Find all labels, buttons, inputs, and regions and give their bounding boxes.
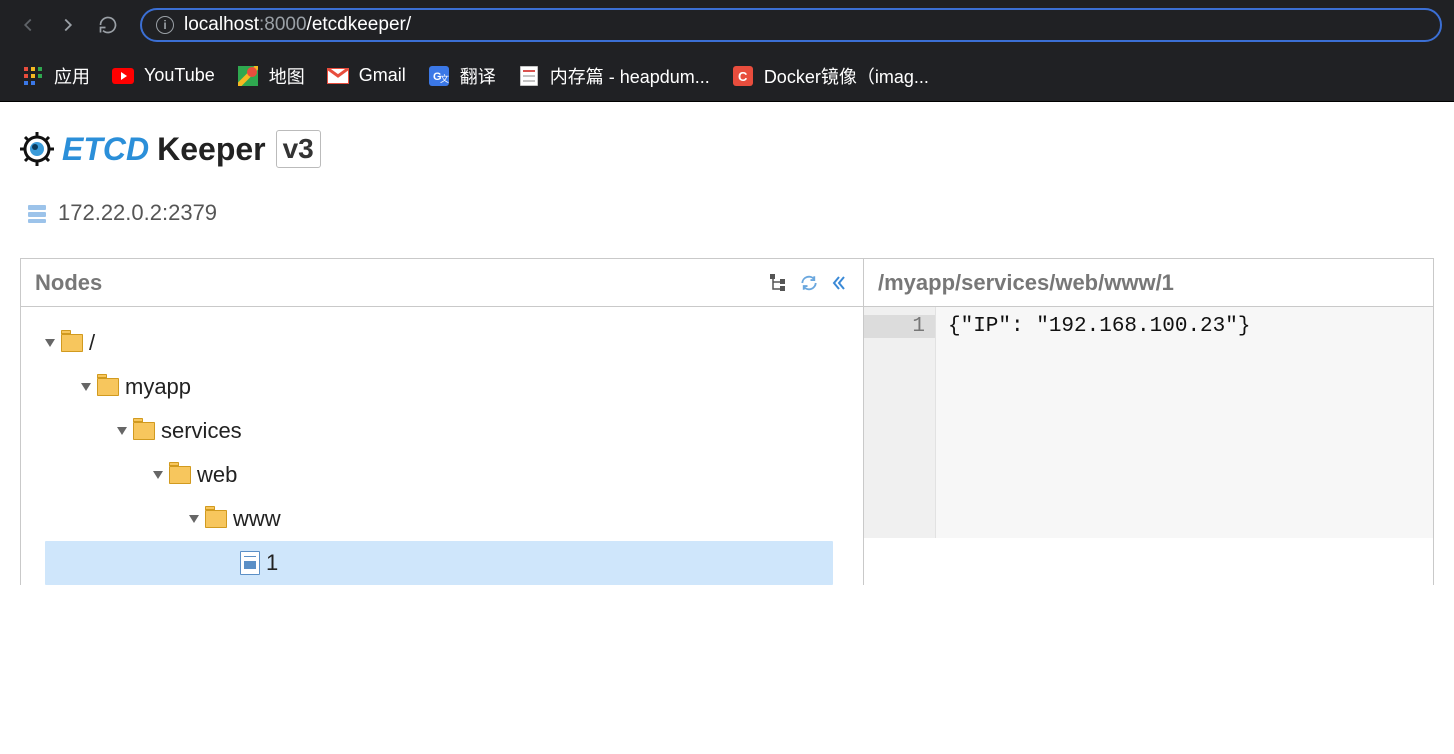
line-gutter: 1 xyxy=(864,307,936,538)
title-etcd: ETCD xyxy=(62,131,149,168)
url-port: :8000 xyxy=(259,14,307,35)
bookmark-label: YouTube xyxy=(144,65,215,86)
panel-header: /myapp/services/web/www/1 xyxy=(864,259,1433,307)
docker-icon: C xyxy=(732,65,754,87)
apps-icon xyxy=(22,65,44,87)
expand-arrow-icon[interactable] xyxy=(45,339,55,347)
panel-left-title: Nodes xyxy=(35,270,102,296)
panel-left: Nodes / xyxy=(21,259,864,585)
youtube-icon xyxy=(112,65,134,87)
bookmark-item[interactable]: 地图 xyxy=(237,63,305,89)
title-keeper: Keeper xyxy=(157,131,266,168)
code-line: {"IP": "192.168.100.23"} xyxy=(948,315,1421,338)
panel-right: /myapp/services/web/www/1 1 {"IP": "192.… xyxy=(864,259,1434,585)
page: ETCD Keeper v3 172.22.0.2:2379 Nodes xyxy=(0,102,1454,585)
title-version: v3 xyxy=(276,130,321,168)
bookmark-label: Docker镜像（imag... xyxy=(764,63,929,89)
bookmark-item[interactable]: Gmail xyxy=(327,65,406,87)
back-button[interactable] xyxy=(12,9,44,41)
folder-icon xyxy=(133,422,155,440)
tree-node[interactable]: services xyxy=(45,409,863,453)
folder-icon xyxy=(97,378,119,396)
server-address: 172.22.0.2:2379 xyxy=(58,200,217,226)
reload-button[interactable] xyxy=(92,9,124,41)
bookmark-item[interactable]: YouTube xyxy=(112,65,215,87)
svg-text:C: C xyxy=(738,69,748,84)
expand-arrow-icon[interactable] xyxy=(81,383,91,391)
tree-label: www xyxy=(233,506,281,532)
maps-icon xyxy=(237,65,259,87)
panels: Nodes / xyxy=(20,258,1434,585)
editor[interactable]: 1 {"IP": "192.168.100.23"} xyxy=(864,307,1433,538)
tree-structure-icon[interactable] xyxy=(769,273,789,293)
bookmark-item[interactable]: 内存篇 - heapdum... xyxy=(518,63,710,89)
bookmarks-bar: 应用 YouTube 地图 Gmail G文 翻译 内存篇 - heapdum.… xyxy=(0,50,1454,102)
forward-button[interactable] xyxy=(52,9,84,41)
bookmark-label: 翻译 xyxy=(460,63,496,89)
bookmark-item[interactable]: C Docker镜像（imag... xyxy=(732,63,929,89)
tree-label: / xyxy=(89,330,95,356)
bookmark-item[interactable]: 应用 xyxy=(22,63,90,89)
folder-icon xyxy=(61,334,83,352)
refresh-icon[interactable] xyxy=(799,273,819,293)
bookmark-item[interactable]: G文 翻译 xyxy=(428,63,496,89)
tree-node[interactable]: web xyxy=(45,453,863,497)
bookmark-label: Gmail xyxy=(359,65,406,86)
server-icon xyxy=(26,202,48,224)
tree-node[interactable]: myapp xyxy=(45,365,863,409)
translate-icon: G文 xyxy=(428,65,450,87)
collapse-icon[interactable] xyxy=(829,273,849,293)
folder-icon xyxy=(205,510,227,528)
svg-text:文: 文 xyxy=(440,73,449,84)
url-host: localhost xyxy=(184,14,259,35)
panel-header: Nodes xyxy=(21,259,863,307)
folder-icon xyxy=(169,466,191,484)
line-number: 1 xyxy=(864,315,935,338)
bookmark-label: 内存篇 - heapdum... xyxy=(550,63,710,89)
bookmark-label: 应用 xyxy=(54,63,90,89)
app-title: ETCD Keeper v3 xyxy=(20,130,1434,168)
info-icon[interactable]: i xyxy=(156,16,174,34)
tree-node[interactable]: www xyxy=(45,497,863,541)
code-area[interactable]: {"IP": "192.168.100.23"} xyxy=(936,307,1433,538)
tree-label: 1 xyxy=(266,550,278,576)
gear-eye-icon xyxy=(20,132,54,166)
expand-arrow-icon[interactable] xyxy=(117,427,127,435)
tree: / myapp services web xyxy=(21,307,863,585)
tree-node[interactable]: / xyxy=(45,321,863,365)
gmail-icon xyxy=(327,65,349,87)
tree-node[interactable]: 1 xyxy=(45,541,833,585)
url-path: /etcdkeeper/ xyxy=(307,14,412,35)
expand-arrow-icon[interactable] xyxy=(189,515,199,523)
file-icon xyxy=(240,551,260,575)
url-bar[interactable]: i localhost:8000/etcdkeeper/ xyxy=(140,8,1442,42)
expand-arrow-icon[interactable] xyxy=(153,471,163,479)
tree-label: myapp xyxy=(125,374,191,400)
tree-label: web xyxy=(197,462,237,488)
server-row: 172.22.0.2:2379 xyxy=(20,200,1434,226)
url-text: localhost:8000/etcdkeeper/ xyxy=(184,14,411,36)
tree-label: services xyxy=(161,418,242,444)
doc-icon xyxy=(518,65,540,87)
browser-nav: i localhost:8000/etcdkeeper/ xyxy=(0,0,1454,50)
panel-right-title: /myapp/services/web/www/1 xyxy=(878,270,1174,296)
bookmark-label: 地图 xyxy=(269,63,305,89)
